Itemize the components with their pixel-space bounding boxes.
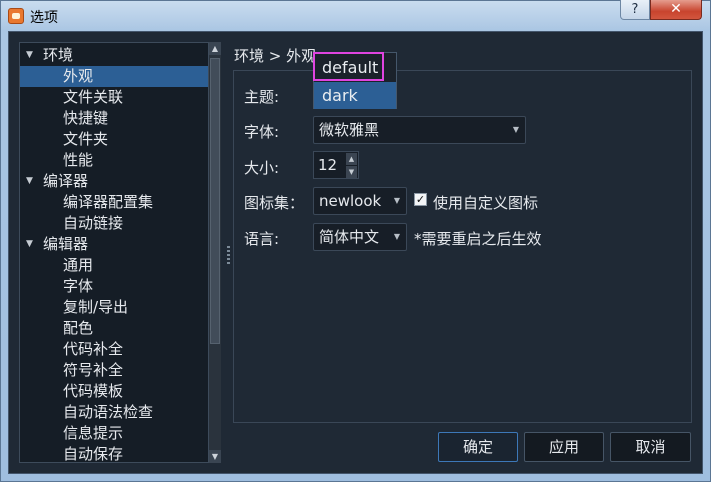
title-bar: 选项 ? ✕ (0, 0, 711, 32)
tree-item-label: 自动链接 (63, 214, 124, 232)
font-label: 字体: (244, 123, 280, 141)
tree-item-label: 编辑器 (43, 235, 89, 253)
tree-item-environment[interactable]: ▼ 环境 (20, 45, 208, 66)
settings-tree: ▼ 环境 外观 文件关联 快捷键 文件夹 性能 ▼ 编译器 编译器配置集 自动链… (19, 42, 221, 463)
custom-icons-label[interactable]: 使用自定义图标 (433, 192, 538, 213)
tree-scrollbar[interactable]: ▲ ▼ (208, 42, 221, 463)
tree-item-syntax-check[interactable]: 自动语法检查 (20, 402, 208, 423)
tree-item-label: 编译器 (43, 172, 89, 190)
tree-item-label: 字体 (63, 277, 94, 295)
tree-item-code-completion[interactable]: 代码补全 (20, 339, 208, 360)
language-combobox[interactable]: 简体中文 ▼ (313, 223, 407, 251)
tree-item-editor[interactable]: ▼ 编辑器 (20, 234, 208, 255)
tree-item-symbol-completion[interactable]: 符号补全 (20, 360, 208, 381)
window-title: 选项 (30, 10, 58, 26)
iconset-combobox[interactable]: newlook ▼ (313, 187, 407, 215)
language-label: 语言: (244, 230, 280, 248)
tree-item-label: 自动语法检查 (63, 403, 154, 421)
breadcrumb: 环境 > 外观 (234, 47, 317, 65)
tree-item-label: 符号补全 (63, 361, 124, 379)
chevron-down-icon: ▼ (393, 232, 400, 241)
restart-note: *需要重启之后生效 (414, 230, 542, 248)
size-label: 大小: (244, 159, 280, 177)
tree-item-label: 代码补全 (63, 340, 124, 358)
tree-item-file-association[interactable]: 文件关联 (20, 87, 208, 108)
chevron-down-icon: ▼ (393, 196, 400, 205)
tree-item-label: 配色 (63, 319, 94, 337)
font-combobox-value: 微软雅黑 (319, 121, 380, 139)
tree-item-copy-export[interactable]: 复制/导出 (20, 297, 208, 318)
tree-item-color-scheme[interactable]: 配色 (20, 318, 208, 339)
tree-item-compiler-sets[interactable]: 编译器配置集 (20, 192, 208, 213)
theme-label: 主题: (244, 88, 280, 106)
expand-arrow-icon[interactable]: ▼ (26, 45, 36, 66)
spin-up-icon[interactable]: ▲ (346, 153, 357, 165)
tree-item-label: 性能 (63, 151, 94, 169)
help-button[interactable]: ? (620, 0, 650, 20)
scroll-up-icon[interactable]: ▲ (209, 42, 221, 55)
theme-option-dark[interactable]: dark (314, 82, 396, 109)
tree-item-font[interactable]: 字体 (20, 276, 208, 297)
chevron-down-icon: ▼ (512, 125, 519, 134)
tree-item-tooltips[interactable]: 信息提示 (20, 423, 208, 444)
tree-item-label: 编译器配置集 (63, 193, 154, 211)
tree-item-autosave[interactable]: 自动保存 (20, 444, 208, 463)
tree-item-label: 通用 (63, 256, 94, 274)
app-icon (8, 8, 24, 24)
font-combobox[interactable]: 微软雅黑 ▼ (313, 116, 526, 144)
tree-item-appearance[interactable]: 外观 (20, 66, 208, 87)
tree-item-code-templates[interactable]: 代码模板 (20, 381, 208, 402)
iconset-label: 图标集： (244, 194, 305, 212)
tree-item-label: 文件关联 (63, 88, 124, 106)
tree-item-label: 快捷键 (63, 109, 109, 127)
tree-item-compiler[interactable]: ▼ 编译器 (20, 171, 208, 192)
tree-item-general[interactable]: 通用 (20, 255, 208, 276)
scroll-down-icon[interactable]: ▼ (209, 450, 221, 463)
iconset-combobox-value: newlook (319, 192, 382, 210)
ok-button[interactable]: 确定 (438, 432, 518, 462)
tree-item-label: 信息提示 (63, 424, 124, 442)
tree-item-label: 外观 (63, 67, 94, 85)
scroll-thumb[interactable] (210, 58, 220, 344)
language-combobox-value: 简体中文 (319, 228, 380, 246)
tree-item-label: 文件夹 (63, 130, 109, 148)
splitter-handle[interactable] (227, 246, 230, 264)
tree-item-label: 环境 (43, 46, 74, 64)
tree-item-label: 复制/导出 (63, 298, 129, 316)
close-button[interactable]: ✕ (650, 0, 702, 20)
spin-down-icon[interactable]: ▼ (346, 166, 357, 178)
tree-item-auto-link[interactable]: 自动链接 (20, 213, 208, 234)
expand-arrow-icon[interactable]: ▼ (26, 234, 36, 255)
tree-item-shortcuts[interactable]: 快捷键 (20, 108, 208, 129)
tree-item-label: 自动保存 (63, 445, 124, 463)
custom-icons-checkbox[interactable]: ✓ (414, 193, 427, 206)
theme-option-default[interactable]: default (314, 54, 396, 81)
theme-dropdown-list: default dark (313, 52, 397, 109)
font-size-value: 12 (318, 156, 338, 174)
tree-item-performance[interactable]: 性能 (20, 150, 208, 171)
tree-item-folders[interactable]: 文件夹 (20, 129, 208, 150)
cancel-button[interactable]: 取消 (610, 432, 691, 462)
tree-item-label: 代码模板 (63, 382, 124, 400)
expand-arrow-icon[interactable]: ▼ (26, 171, 36, 192)
font-size-spinbox[interactable]: 12 ▲ ▼ (313, 151, 359, 179)
apply-button[interactable]: 应用 (524, 432, 604, 462)
